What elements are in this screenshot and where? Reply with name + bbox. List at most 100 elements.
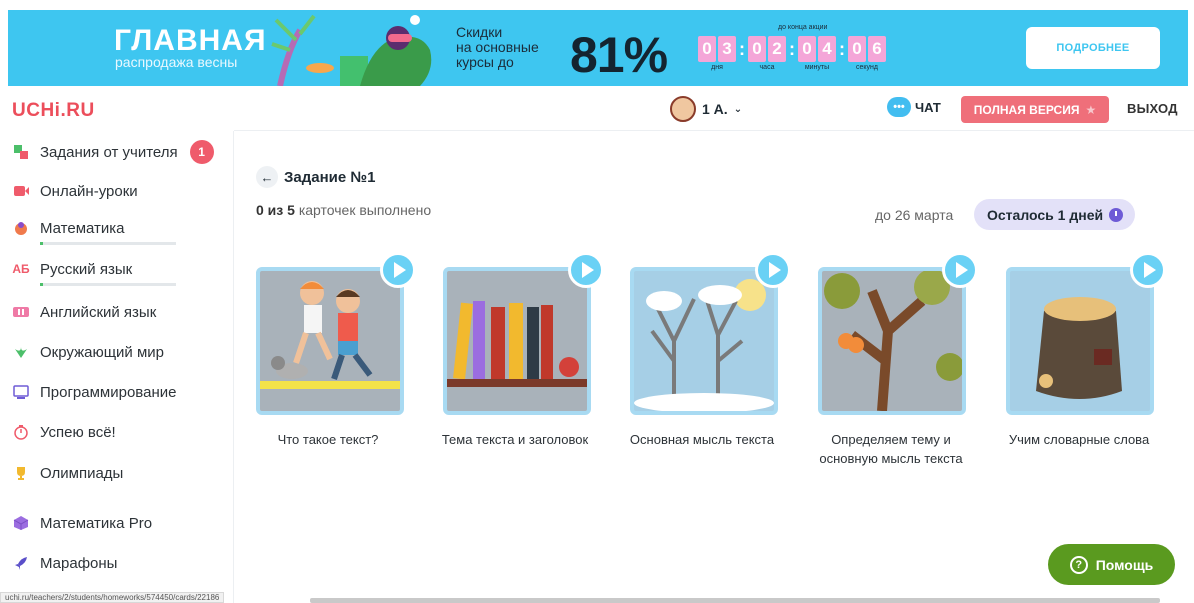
sidebar-item-world[interactable]: Окружающий мир (12, 343, 164, 361)
programming-icon (12, 383, 30, 401)
sidebar (0, 131, 234, 603)
sidebar-item-label: Успею всё! (40, 423, 116, 441)
lesson-card-1[interactable] (256, 267, 404, 415)
sidebar-item-label: Олимпиады (40, 464, 124, 482)
lesson-card-title: Определяем тему и основную мысль текста (819, 432, 963, 466)
timer-seconds: 06 секунд (848, 35, 886, 71)
lesson-card-2[interactable] (443, 267, 591, 415)
header-divider (234, 130, 1194, 131)
math-progress-bar (40, 242, 176, 245)
user-name: 1 А. (702, 101, 728, 117)
rocket-icon (12, 554, 30, 572)
math-icon (12, 219, 30, 237)
sidebar-item-olympiads[interactable]: Олимпиады (12, 464, 123, 482)
running-children-illustration (260, 281, 400, 389)
play-button[interactable] (380, 252, 416, 288)
sidebar-item-label: Математика Pro (40, 514, 153, 532)
lesson-card-title: Учим словарные слова (1008, 432, 1150, 447)
banner-subtitle: распродажа весны (115, 54, 238, 70)
lesson-card-3[interactable] (630, 267, 778, 415)
horizontal-scrollbar[interactable] (310, 598, 1160, 603)
play-button[interactable] (942, 252, 978, 288)
timer-minutes: 04 минуты (798, 35, 836, 71)
promo-banner[interactable]: ГЛАВНАЯ распродажа весны Скидки на основ… (8, 10, 1188, 86)
help-label: Помощь (1095, 556, 1154, 573)
lesson-card-title: Тема текста и заголовок (441, 432, 589, 447)
site-logo[interactable]: UCHi.RU (12, 100, 95, 122)
sidebar-item-math-pro[interactable]: Математика Pro (12, 514, 152, 532)
arrow-left-icon: ← (256, 166, 278, 188)
avatar (670, 96, 696, 122)
back-button[interactable]: ← Задание №1 (256, 166, 375, 188)
russian-progress-fill (40, 283, 43, 286)
timer-icon (12, 423, 30, 441)
timer-caption: до конца акции (778, 24, 828, 31)
math-progress-fill (40, 242, 43, 245)
sidebar-item-label: Марафоны (40, 554, 118, 572)
lesson-card-4[interactable] (818, 267, 966, 415)
tasks-icon (12, 143, 30, 161)
sidebar-item-marathons[interactable]: Марафоны (12, 554, 117, 572)
sidebar-item-math[interactable]: Математика (12, 219, 125, 237)
play-button[interactable] (755, 252, 791, 288)
chevron-down-icon: ⌄ (733, 103, 743, 115)
play-button[interactable] (1130, 252, 1166, 288)
winter-trees-illustration (634, 279, 774, 411)
sidebar-item-english[interactable]: Английский язык (12, 303, 156, 321)
bookshelf-illustration (447, 301, 587, 387)
question-icon: ? (1069, 555, 1088, 574)
russian-progress-bar (40, 283, 176, 286)
lesson-card-title: Что такое текст? (277, 432, 379, 447)
timer-days: 03 дня (698, 35, 736, 71)
progress-label: карточек выполнено (298, 202, 432, 218)
sidebar-item-online-lessons[interactable]: Онлайн-уроки (12, 182, 138, 200)
sidebar-item-label: Задания от учителя (40, 143, 178, 161)
cube-icon (12, 514, 30, 532)
sidebar-item-label: Онлайн-уроки (40, 182, 138, 200)
timer-hours: 02 часа (748, 35, 786, 71)
autumn-tree-illustration (824, 271, 962, 411)
sidebar-item-teacher-tasks[interactable]: Задания от учителя 1 (12, 140, 214, 164)
trophy-icon (12, 464, 30, 482)
help-button[interactable]: ? Помощь (1048, 544, 1175, 585)
user-menu[interactable]: 1 А. ⌄ (670, 96, 742, 122)
russian-icon: AБ (12, 262, 30, 276)
video-icon (12, 182, 30, 200)
clock-icon (1109, 207, 1124, 222)
sidebar-item-label: Программирование (40, 383, 177, 401)
lesson-card-title: Основная мысль текста (629, 432, 775, 447)
logout-link[interactable]: ВЫХОД (1127, 101, 1178, 116)
sidebar-item-label: Математика (40, 219, 125, 237)
banner-description: Скидки на основные курсы до (456, 24, 539, 70)
notification-badge: 1 (189, 140, 214, 164)
countdown-timer: 03 дня : 02 часа : 04 минуты : 06 секунд (698, 35, 886, 71)
full-version-button[interactable]: ПОЛНАЯ ВЕРСИЯ ★ (961, 96, 1109, 123)
chat-button[interactable]: ••• ЧАТ (887, 97, 941, 117)
lesson-card-5[interactable] (1006, 267, 1154, 415)
remaining-days-badge: Осталось 1 дней (974, 199, 1136, 230)
browser-status-url: uchi.ru/teachers/2/students/homeworks/57… (0, 592, 225, 603)
remaining-days-label: Осталось 1 дней (987, 206, 1104, 223)
sidebar-item-russian[interactable]: AБ Русский язык (12, 260, 132, 278)
world-icon (12, 343, 30, 361)
chat-label: ЧАТ (915, 99, 941, 115)
sidebar-item-timer[interactable]: Успею всё! (12, 423, 116, 441)
banner-details-button[interactable]: ПОДРОБНЕЕ (1026, 27, 1160, 69)
full-version-label: ПОЛНАЯ ВЕРСИЯ (973, 102, 1080, 117)
sidebar-item-label: Русский язык (40, 260, 133, 278)
star-icon: ★ (1085, 102, 1097, 117)
play-button[interactable] (568, 252, 604, 288)
assignment-title: Задание №1 (284, 168, 376, 186)
assignment-progress: 0 из 5 карточек выполнено (256, 202, 431, 218)
deadline-text: до 26 марта (875, 207, 954, 223)
progress-count: 0 из 5 (256, 202, 295, 218)
banner-illustration (271, 14, 432, 86)
sidebar-item-label: Окружающий мир (40, 343, 164, 361)
banner-title: ГЛАВНАЯ (114, 24, 267, 57)
chat-icon: ••• (887, 97, 911, 117)
sidebar-item-label: Английский язык (40, 303, 157, 321)
sack-illustration (1036, 297, 1122, 399)
banner-discount: 81% (570, 27, 668, 83)
sidebar-item-programming[interactable]: Программирование (12, 383, 176, 401)
english-icon (12, 303, 30, 321)
